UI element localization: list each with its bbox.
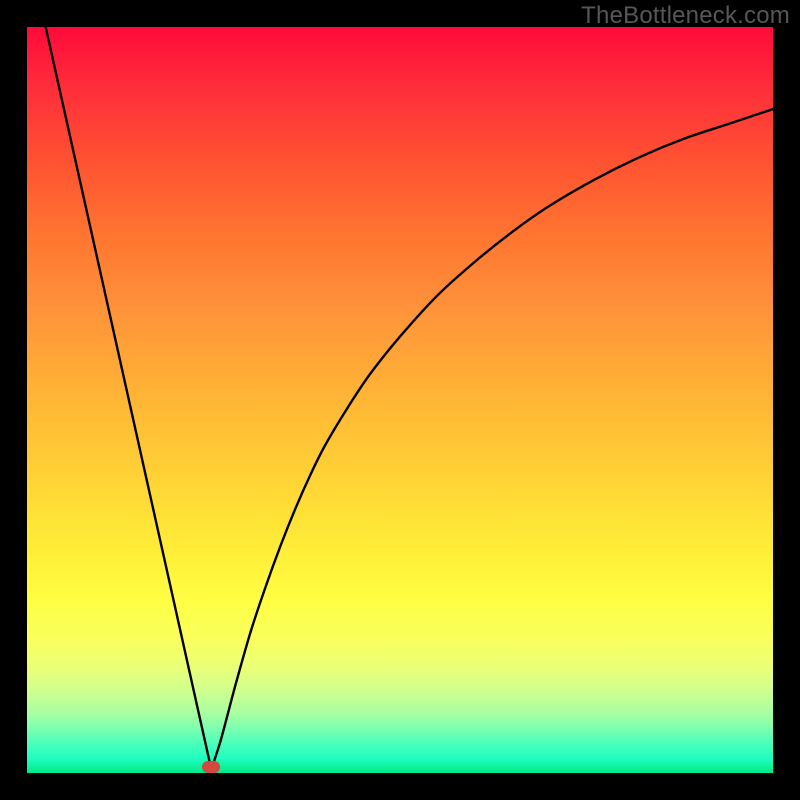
curve-layer <box>0 0 800 800</box>
watermark-text: TheBottleneck.com <box>581 2 790 30</box>
curve-right-branch <box>211 109 773 769</box>
curve-left-branch <box>46 27 212 769</box>
minimum-marker <box>202 761 220 773</box>
